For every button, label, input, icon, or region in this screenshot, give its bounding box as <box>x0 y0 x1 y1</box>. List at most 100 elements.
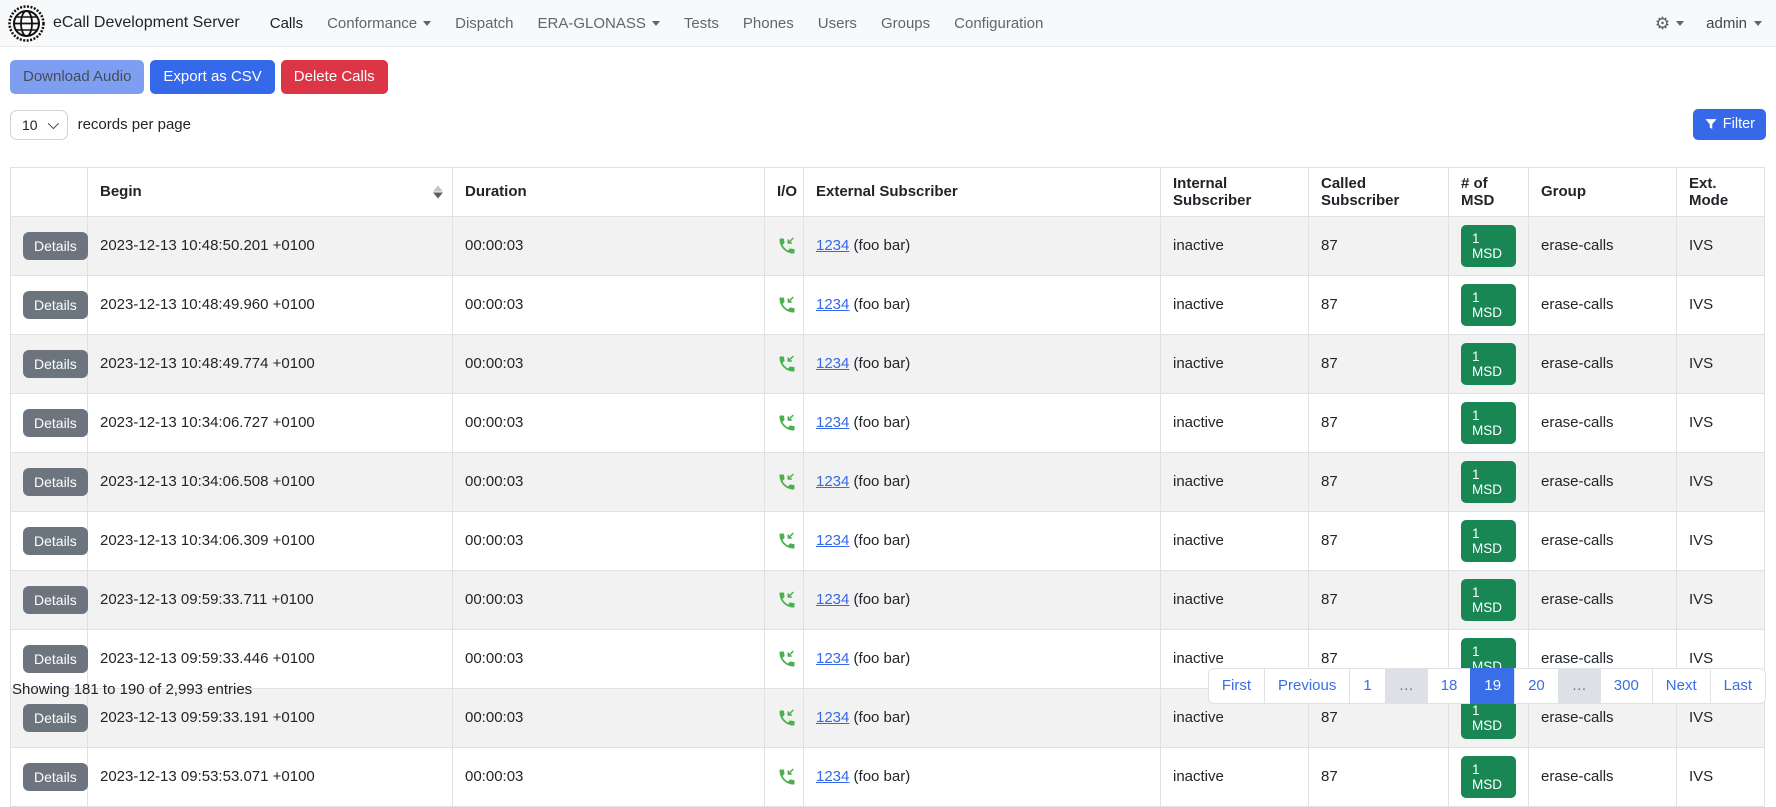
external-subscriber-link[interactable]: 1234 <box>816 355 849 372</box>
filter-button[interactable]: Filter <box>1693 109 1766 140</box>
page-first[interactable]: First <box>1208 668 1265 704</box>
msd-count-badge[interactable]: 1 MSD <box>1461 520 1516 562</box>
details-button[interactable]: Details <box>23 645 88 673</box>
details-button[interactable]: Details <box>23 704 88 732</box>
cell-begin: 2023-12-13 10:34:06.309 +0100 <box>88 511 453 570</box>
table-row: Details 2023-12-13 09:59:33.711 +0100 00… <box>11 570 1765 629</box>
cell-group: erase-calls <box>1529 570 1677 629</box>
cell-io <box>765 570 804 629</box>
page-previous[interactable]: Previous <box>1264 668 1350 704</box>
nav-item-configuration[interactable]: Configuration <box>942 7 1055 40</box>
external-subscriber-note: (foo bar) <box>849 296 910 313</box>
cell-group: erase-calls <box>1529 393 1677 452</box>
msd-count-badge[interactable]: 1 MSD <box>1461 402 1516 444</box>
export-csv-button[interactable]: Export as CSV <box>150 60 274 94</box>
page-last[interactable]: Last <box>1710 668 1766 704</box>
user-menu[interactable]: admin <box>1706 15 1762 32</box>
page-ellipsis: … <box>1558 668 1601 704</box>
incoming-call-icon <box>777 354 791 374</box>
cell-internal-subscriber: inactive <box>1161 570 1309 629</box>
nav-item-conformance[interactable]: Conformance <box>315 7 443 40</box>
pagination: First Previous 1 … 18 19 20 … 300 Next L… <box>1208 668 1766 704</box>
details-button[interactable]: Details <box>23 763 88 791</box>
cell-io <box>765 334 804 393</box>
cell-external-subscriber: 1234 (foo bar) <box>804 452 1161 511</box>
external-subscriber-link[interactable]: 1234 <box>816 532 849 549</box>
external-subscriber-link[interactable]: 1234 <box>816 650 849 667</box>
cell-external-subscriber: 1234 (foo bar) <box>804 275 1161 334</box>
header-details <box>11 167 88 216</box>
nav-item-dispatch[interactable]: Dispatch <box>443 7 525 40</box>
nav-item-groups[interactable]: Groups <box>869 7 942 40</box>
msd-count-badge[interactable]: 1 MSD <box>1461 461 1516 503</box>
page-18[interactable]: 18 <box>1427 668 1472 704</box>
details-button[interactable]: Details <box>23 468 88 496</box>
details-button[interactable]: Details <box>23 527 88 555</box>
msd-count-badge[interactable]: 1 MSD <box>1461 579 1516 621</box>
delete-calls-button[interactable]: Delete Calls <box>281 60 388 94</box>
cell-duration: 00:00:03 <box>453 747 765 806</box>
external-subscriber-link[interactable]: 1234 <box>816 237 849 254</box>
details-button[interactable]: Details <box>23 291 88 319</box>
external-subscriber-note: (foo bar) <box>849 414 910 431</box>
cell-duration: 00:00:03 <box>453 393 765 452</box>
external-subscriber-link[interactable]: 1234 <box>816 709 849 726</box>
cell-begin: 2023-12-13 09:53:53.071 +0100 <box>88 747 453 806</box>
header-begin[interactable]: Begin <box>88 167 453 216</box>
external-subscriber-link[interactable]: 1234 <box>816 296 849 313</box>
nav-item-users[interactable]: Users <box>806 7 869 40</box>
external-subscriber-link[interactable]: 1234 <box>816 768 849 785</box>
header-ext-mode[interactable]: Ext. Mode <box>1677 167 1765 216</box>
cell-io <box>765 688 804 747</box>
page-next[interactable]: Next <box>1652 668 1711 704</box>
page-size-select[interactable]: 10 <box>10 110 68 140</box>
cell-group: erase-calls <box>1529 452 1677 511</box>
header-msd[interactable]: # of MSD <box>1449 167 1529 216</box>
details-button[interactable]: Details <box>23 586 88 614</box>
external-subscriber-link[interactable]: 1234 <box>816 473 849 490</box>
incoming-call-icon <box>777 590 791 610</box>
details-button[interactable]: Details <box>23 232 88 260</box>
download-audio-button[interactable]: Download Audio <box>10 60 144 94</box>
header-duration[interactable]: Duration <box>453 167 765 216</box>
nav-item-tests[interactable]: Tests <box>672 7 731 40</box>
cell-io <box>765 216 804 275</box>
details-button[interactable]: Details <box>23 350 88 378</box>
details-button[interactable]: Details <box>23 409 88 437</box>
nav-item-calls[interactable]: Calls <box>258 7 315 40</box>
header-io[interactable]: I/O <box>765 167 804 216</box>
cell-msd: 1 MSD <box>1449 216 1529 275</box>
msd-count-badge[interactable]: 1 MSD <box>1461 284 1516 326</box>
cell-external-subscriber: 1234 (foo bar) <box>804 629 1161 688</box>
page-1[interactable]: 1 <box>1349 668 1385 704</box>
external-subscriber-note: (foo bar) <box>849 237 910 254</box>
cell-internal-subscriber: inactive <box>1161 452 1309 511</box>
page-20[interactable]: 20 <box>1514 668 1559 704</box>
msd-count-badge[interactable]: 1 MSD <box>1461 343 1516 385</box>
settings-menu[interactable]: ⚙ <box>1655 15 1684 32</box>
cell-internal-subscriber: inactive <box>1161 393 1309 452</box>
incoming-call-icon <box>777 649 791 669</box>
external-subscriber-link[interactable]: 1234 <box>816 414 849 431</box>
header-called-subscriber[interactable]: Called Subscriber <box>1309 167 1449 216</box>
sort-descending-icon[interactable] <box>433 185 443 198</box>
external-subscriber-note: (foo bar) <box>849 355 910 372</box>
page-19-current[interactable]: 19 <box>1470 668 1515 704</box>
table-row: Details 2023-12-13 09:53:53.071 +0100 00… <box>11 747 1765 806</box>
page-300[interactable]: 300 <box>1600 668 1653 704</box>
msd-count-badge[interactable]: 1 MSD <box>1461 756 1516 798</box>
cell-called-subscriber: 87 <box>1309 393 1449 452</box>
cell-called-subscriber: 87 <box>1309 570 1449 629</box>
header-group[interactable]: Group <box>1529 167 1677 216</box>
cell-duration: 00:00:03 <box>453 511 765 570</box>
cell-begin: 2023-12-13 09:59:33.711 +0100 <box>88 570 453 629</box>
nav-item-phones[interactable]: Phones <box>731 7 806 40</box>
external-subscriber-link[interactable]: 1234 <box>816 591 849 608</box>
header-external-subscriber[interactable]: External Subscriber <box>804 167 1161 216</box>
msd-count-badge[interactable]: 1 MSD <box>1461 225 1516 267</box>
header-internal-subscriber[interactable]: Internal Subscriber <box>1161 167 1309 216</box>
cell-io <box>765 629 804 688</box>
table-controls: 10 records per page Filter <box>10 109 1766 141</box>
nav-item-era-glonass[interactable]: ERA-GLONASS <box>526 7 672 40</box>
cell-internal-subscriber: inactive <box>1161 511 1309 570</box>
